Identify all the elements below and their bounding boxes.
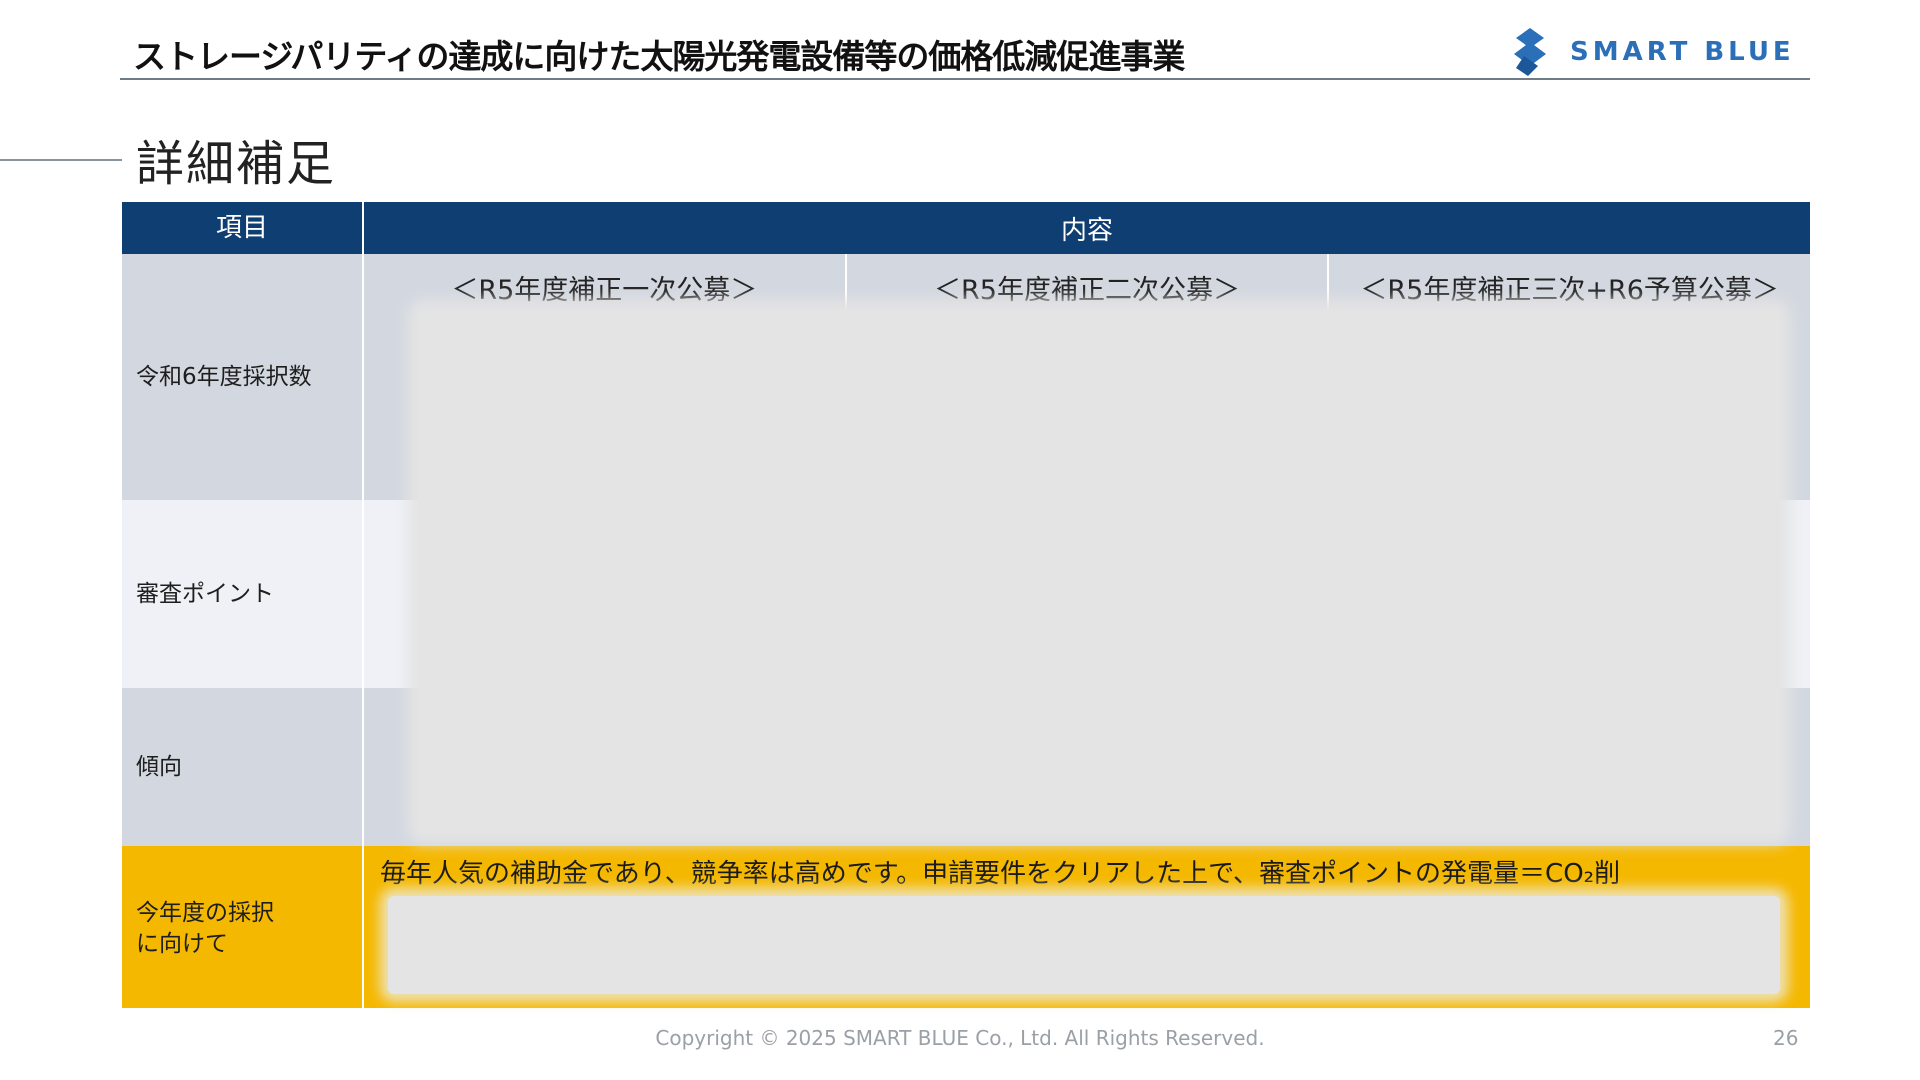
page-number: 26 bbox=[1773, 1026, 1799, 1050]
diamond-stack-logo-icon bbox=[1514, 28, 1546, 76]
page-header-title: ストレージパリティの達成に向けた太陽光発電設備等の価格低減促進事業 bbox=[133, 37, 1185, 76]
section-title: 詳細補足 bbox=[136, 136, 337, 192]
logo-wordmark: SMART BLUE bbox=[1570, 37, 1795, 67]
trend-label: 傾向 bbox=[122, 688, 364, 846]
table-header-row: 項目 内容 bbox=[122, 202, 1810, 254]
this-year-label-line1: 今年度の採択 bbox=[136, 900, 274, 926]
third-round-title: ＜R5年度補正三次+R6予算公募＞ bbox=[1360, 275, 1779, 306]
header-item-cell: 項目 bbox=[122, 202, 364, 254]
adoption-label: 令和6年度採択数 bbox=[122, 254, 364, 500]
company-logo: SMART BLUE bbox=[1512, 28, 1795, 76]
redacted-content-block bbox=[418, 310, 1780, 834]
second-round-title: ＜R5年度補正二次公募＞ bbox=[934, 275, 1240, 306]
header-content-cell: 内容 bbox=[1060, 215, 1113, 246]
first-round-title: ＜R5年度補正一次公募＞ bbox=[451, 275, 758, 306]
header-divider bbox=[120, 78, 1810, 80]
review-label: 審査ポイント bbox=[122, 500, 364, 688]
footer-copyright: Copyright © 2025 SMART BLUE Co., Ltd. Al… bbox=[655, 1026, 1265, 1050]
this-year-label: 今年度の採択 に向けて bbox=[122, 846, 364, 1008]
section-title-line bbox=[0, 159, 122, 161]
this-year-text: 毎年人気の補助金であり、競争率は高めです。申請要件をクリアした上で、審査ポイント… bbox=[380, 859, 1621, 889]
this-year-label-line2: に向けて bbox=[136, 931, 228, 957]
redacted-text-block bbox=[388, 896, 1780, 994]
